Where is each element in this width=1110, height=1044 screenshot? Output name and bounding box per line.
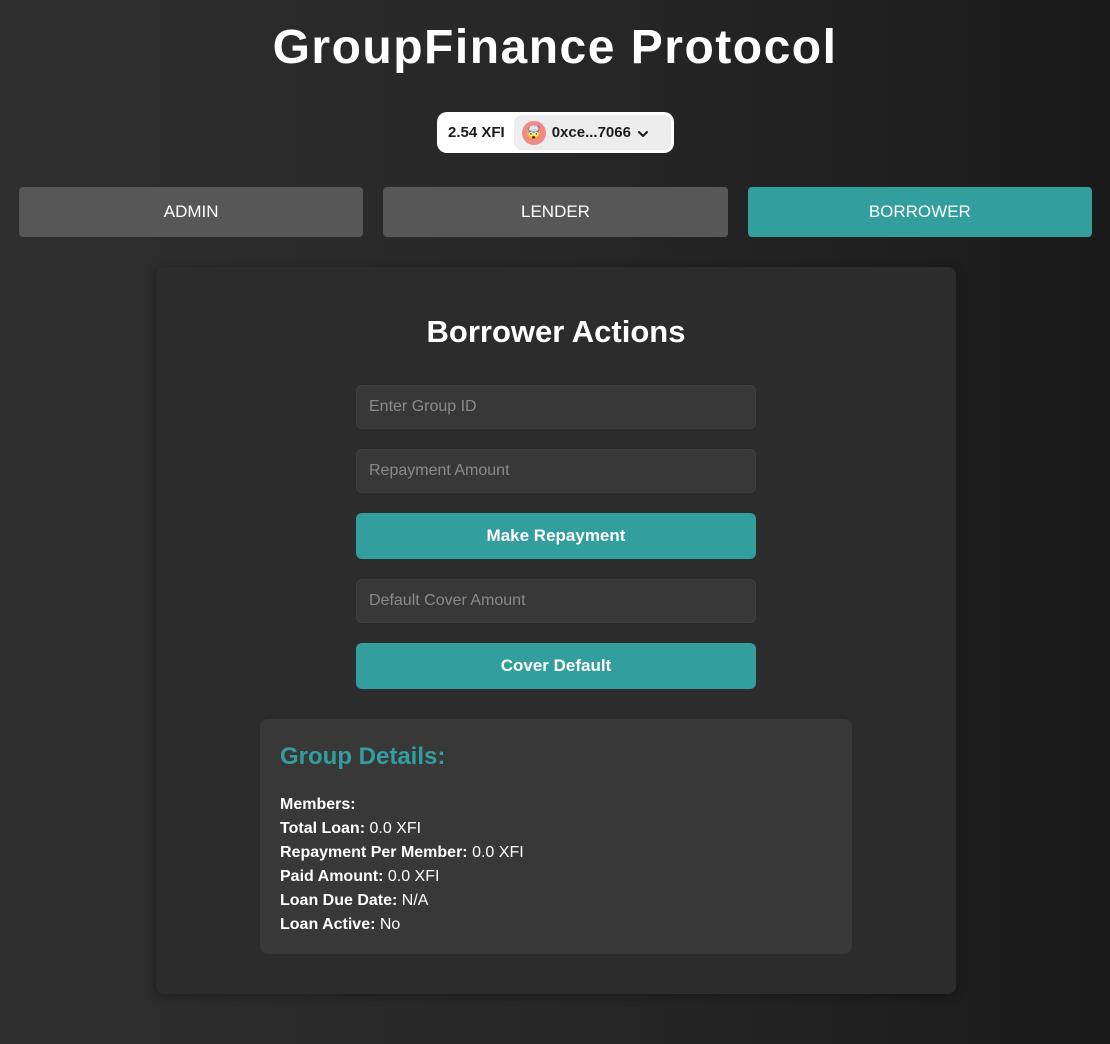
tab-lender[interactable]: LENDER [383, 187, 728, 237]
detail-loan-active: Loan Active: No [280, 913, 832, 937]
detail-value: 0.0 XFI [387, 868, 440, 885]
borrower-actions-panel: Borrower Actions Make Repayment Cover De… [156, 267, 956, 994]
role-tabs: ADMIN LENDER BORROWER [19, 187, 1092, 237]
detail-value: No [379, 916, 401, 933]
detail-value: 0.0 XFI [369, 820, 422, 837]
detail-value: N/A [401, 892, 429, 909]
avatar: 🤯 [521, 120, 546, 145]
detail-paid-amount: Paid Amount: 0.0 XFI [280, 865, 832, 889]
wallet-connect-widget[interactable]: 2.54 XFI 🤯 0xce...7066 [437, 112, 674, 153]
detail-label: Total Loan: [280, 820, 366, 837]
detail-label: Members: [280, 796, 356, 813]
detail-total-loan: Total Loan: 0.0 XFI [280, 817, 832, 841]
detail-label: Repayment Per Member: [280, 844, 468, 861]
tab-admin[interactable]: ADMIN [19, 187, 364, 237]
group-details-title: Group Details: [280, 743, 446, 770]
chevron-down-icon [637, 127, 649, 139]
tab-borrower[interactable]: BORROWER [747, 187, 1092, 237]
panel-title: Borrower Actions [426, 314, 686, 349]
wallet-address: 0xce...7066 [551, 124, 631, 141]
account-button[interactable]: 🤯 0xce...7066 [513, 115, 671, 150]
default-cover-amount-input[interactable] [356, 579, 756, 623]
page-title: GroupFinance Protocol [272, 21, 838, 74]
detail-loan-due-date: Loan Due Date: N/A [280, 889, 832, 913]
detail-label: Paid Amount: [280, 868, 384, 885]
repayment-amount-input[interactable] [356, 449, 756, 493]
detail-value: 0.0 XFI [472, 844, 524, 861]
group-details-card: Group Details: Members: Total Loan: 0.0 … [260, 719, 852, 954]
detail-members: Members: [280, 793, 832, 817]
group-id-input[interactable] [356, 385, 756, 429]
detail-label: Loan Active: [280, 916, 376, 933]
wallet-balance: 2.54 XFI [448, 124, 505, 141]
make-repayment-button[interactable]: Make Repayment [356, 513, 756, 559]
cover-default-button[interactable]: Cover Default [356, 643, 756, 689]
detail-label: Loan Due Date: [280, 892, 398, 909]
detail-repayment-per-member: Repayment Per Member: 0.0 XFI [280, 841, 832, 865]
